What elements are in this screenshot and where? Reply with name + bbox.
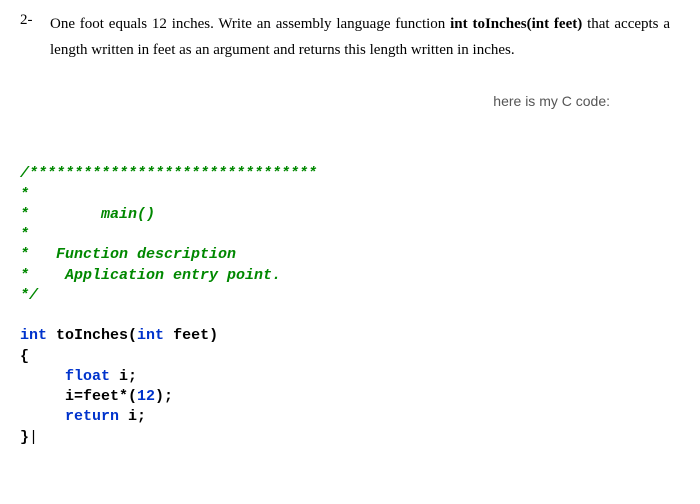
comment-line-3-prefix: *	[20, 206, 101, 223]
comment-main: main()	[101, 206, 155, 223]
comment-line-1: /********************************	[20, 165, 317, 182]
return-rest: i;	[119, 408, 146, 425]
user-caption: here is my C code:	[20, 93, 670, 109]
comment-line-5-prefix: *	[20, 246, 56, 263]
brace-open: {	[20, 348, 29, 365]
question-number: 2-	[20, 12, 50, 63]
question-text-before: One foot equals 12 inches. Write an asse…	[50, 16, 450, 32]
question-block: 2- One foot equals 12 inches. Write an a…	[20, 12, 670, 63]
comment-line-4: *	[20, 226, 29, 243]
comment-line-6-prefix: *	[20, 267, 65, 284]
keyword-int: int	[20, 327, 47, 344]
brace-close: }	[20, 429, 29, 446]
function-name: toInches	[47, 327, 128, 344]
comment-close: */	[20, 287, 38, 304]
code-block: /******************************** * * ma…	[20, 144, 670, 448]
comment-line-2: *	[20, 186, 29, 203]
keyword-int-param: int	[137, 327, 164, 344]
keyword-float: float	[65, 368, 110, 385]
param-rest: feet)	[164, 327, 218, 344]
assign-pre: i=feet*(	[20, 388, 137, 405]
comment-func-desc: Function description	[56, 246, 236, 263]
assign-post: );	[155, 388, 173, 405]
decl-rest: i;	[110, 368, 137, 385]
literal-12: 12	[137, 388, 155, 405]
function-signature: int toInches(int feet)	[450, 16, 582, 32]
comment-entry-point: Application entry point.	[65, 267, 281, 284]
keyword-return: return	[65, 408, 119, 425]
text-cursor: |	[29, 429, 38, 446]
open-paren: (	[128, 327, 137, 344]
question-text: One foot equals 12 inches. Write an asse…	[50, 12, 670, 63]
